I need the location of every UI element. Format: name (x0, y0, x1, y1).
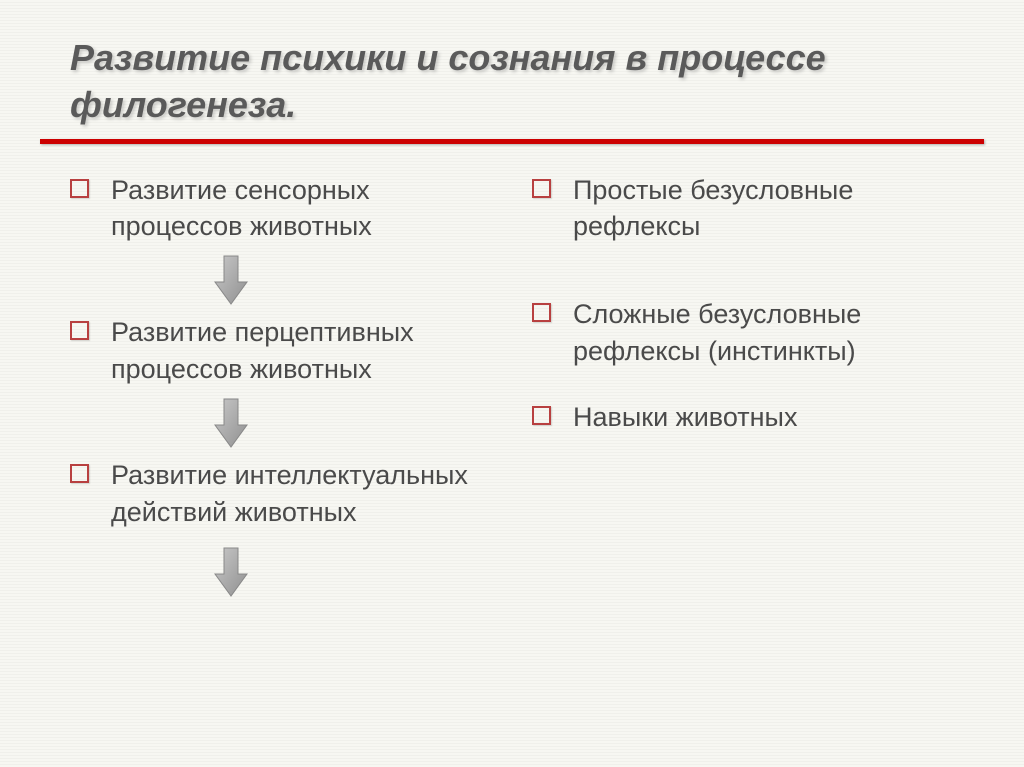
content-area: Развитие сенсорных процессов животных Ра… (70, 172, 954, 607)
arrow-down-icon (213, 546, 249, 598)
title-underline (40, 139, 984, 144)
arrow-down-icon (213, 397, 249, 449)
bullet-square-icon (70, 179, 89, 198)
list-item: Навыки животных (532, 399, 954, 435)
slide-container: Развитие психики и сознания в процессе ф… (0, 0, 1024, 767)
spacer (532, 252, 954, 296)
arrow-container (0, 538, 492, 606)
bullet-square-icon (70, 464, 89, 483)
list-item: Развитие перцептивных процессов животных (70, 314, 492, 387)
list-item: Развитие интеллектуальных действий живот… (70, 457, 492, 530)
arrow-container (0, 252, 492, 314)
bullet-square-icon (532, 303, 551, 322)
arrow-down-icon (213, 254, 249, 306)
spacer (532, 377, 954, 399)
right-column: Простые безусловные рефлексы Сложные без… (532, 172, 954, 607)
list-item: Простые безусловные рефлексы (532, 172, 954, 245)
arrow-container (0, 395, 492, 457)
bullet-text: Сложные безусловные рефлексы (инстинкты) (573, 296, 954, 369)
slide-title: Развитие психики и сознания в процессе ф… (70, 35, 954, 129)
bullet-text: Развитие интеллектуальных действий живот… (111, 457, 492, 530)
bullet-square-icon (532, 179, 551, 198)
list-item: Развитие сенсорных процессов животных (70, 172, 492, 245)
list-item: Сложные безусловные рефлексы (инстинкты) (532, 296, 954, 369)
bullet-square-icon (532, 406, 551, 425)
bullet-text: Развитие перцептивных процессов животных (111, 314, 492, 387)
bullet-text: Навыки животных (573, 399, 797, 435)
left-column: Развитие сенсорных процессов животных Ра… (70, 172, 492, 607)
bullet-square-icon (70, 321, 89, 340)
bullet-text: Простые безусловные рефлексы (573, 172, 954, 245)
bullet-text: Развитие сенсорных процессов животных (111, 172, 492, 245)
